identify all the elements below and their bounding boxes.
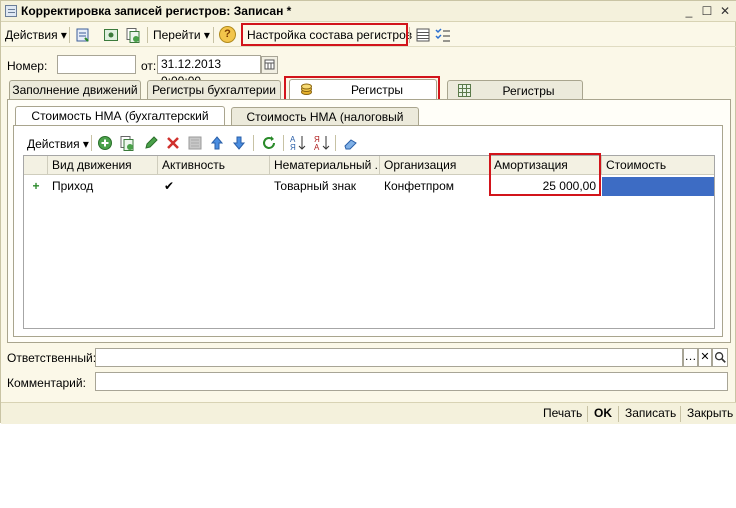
refresh-icon[interactable] bbox=[261, 135, 277, 151]
column-header-organization[interactable]: Организация bbox=[380, 156, 490, 175]
accumulation-tab-highlight bbox=[284, 76, 440, 101]
svg-text:Я: Я bbox=[290, 143, 296, 152]
help-button[interactable]: ? bbox=[219, 26, 236, 43]
ok-button[interactable]: OK bbox=[594, 406, 612, 420]
clear-icon[interactable]: ✕ bbox=[698, 348, 712, 367]
copy-document-icon[interactable] bbox=[125, 27, 141, 43]
search-icon[interactable] bbox=[712, 348, 728, 367]
view-record-icon[interactable] bbox=[103, 27, 119, 43]
sort-desc-icon[interactable]: ЯA bbox=[313, 134, 331, 152]
maximize-button[interactable]: ☐ bbox=[699, 3, 715, 19]
move-up-icon[interactable] bbox=[209, 135, 225, 151]
cell-cost-selected[interactable] bbox=[602, 177, 714, 196]
print-button[interactable]: Печать bbox=[543, 406, 582, 420]
minimize-button[interactable]: _ bbox=[681, 3, 697, 19]
move-down-icon[interactable] bbox=[231, 135, 247, 151]
tab-fill-movements[interactable]: Заполнение движений bbox=[9, 80, 141, 100]
document-window: Корректировка записей регистров: Записан… bbox=[0, 0, 736, 424]
column-header-marker bbox=[24, 156, 48, 175]
tab-accounting-registers[interactable]: Регистры бухгалтерии bbox=[147, 80, 281, 100]
amortization-highlight bbox=[489, 153, 601, 196]
cell-active-checkmark[interactable]: ✔ bbox=[158, 177, 270, 196]
comment-field[interactable] bbox=[95, 372, 728, 391]
subtab-tax-cost[interactable]: Стоимость НМА (налоговый учет) bbox=[231, 107, 419, 142]
copy-row-icon[interactable] bbox=[119, 135, 135, 151]
date-field[interactable]: 31.12.2013 0:00:00 bbox=[157, 55, 261, 88]
cell-organization[interactable]: Конфетпром bbox=[380, 177, 490, 196]
bottom-bar: Печать OK Записать Закрыть bbox=[1, 402, 736, 424]
checklist-icon[interactable] bbox=[435, 27, 451, 43]
svg-text:A: A bbox=[314, 143, 320, 152]
add-row-icon[interactable] bbox=[97, 135, 113, 151]
grid-actions-menu[interactable]: Действия ▾ bbox=[27, 137, 89, 151]
subtab-accounting-cost[interactable]: Стоимость НМА (бухгалтерский учет) bbox=[15, 106, 225, 141]
document-icon bbox=[5, 5, 17, 17]
end-edit-icon[interactable] bbox=[187, 135, 203, 151]
register-records-grid[interactable]: Вид движения Активность Нематериальный .… bbox=[23, 155, 715, 329]
actions-menu[interactable]: Действия ▾ bbox=[5, 26, 67, 44]
number-label: Номер: bbox=[7, 59, 48, 73]
comment-label: Комментарий: bbox=[7, 376, 86, 390]
column-header-kind[interactable]: Вид движения bbox=[48, 156, 158, 175]
responsible-field[interactable] bbox=[95, 348, 683, 367]
title-bar: Корректировка записей регистров: Записан… bbox=[1, 1, 736, 22]
table-icon bbox=[458, 84, 471, 97]
edit-row-icon[interactable] bbox=[143, 135, 159, 151]
close-window-button[interactable]: ✕ bbox=[717, 3, 733, 19]
sort-asc-icon[interactable]: AЯ bbox=[289, 134, 307, 152]
number-field[interactable] bbox=[57, 55, 136, 74]
column-header-asset[interactable]: Нематериальный ... bbox=[270, 156, 380, 175]
cell-kind[interactable]: Приход bbox=[48, 177, 158, 196]
list-view-icon[interactable] bbox=[415, 27, 431, 43]
responsible-label: Ответственный: bbox=[7, 351, 97, 365]
column-header-cost[interactable]: Стоимость bbox=[602, 156, 714, 175]
delete-row-icon[interactable] bbox=[165, 135, 181, 151]
tab-info-registers[interactable]: Регистры сведений bbox=[447, 80, 583, 116]
window-title: Корректировка записей регистров: Записан… bbox=[21, 4, 292, 18]
save-button[interactable]: Записать bbox=[625, 406, 676, 420]
close-button[interactable]: Закрыть bbox=[687, 406, 733, 420]
income-plus-icon: + bbox=[32, 179, 40, 193]
goto-menu[interactable]: Перейти ▾ bbox=[153, 26, 210, 44]
select-ellipsis-button[interactable]: … bbox=[683, 348, 698, 367]
post-document-icon[interactable] bbox=[75, 27, 91, 43]
cell-asset[interactable]: Товарный знак bbox=[270, 177, 380, 196]
date-label: от: bbox=[141, 59, 157, 73]
calendar-icon[interactable] bbox=[261, 56, 278, 74]
eraser-icon[interactable] bbox=[343, 135, 359, 151]
settings-highlight bbox=[241, 23, 408, 46]
column-header-active[interactable]: Активность bbox=[158, 156, 270, 175]
